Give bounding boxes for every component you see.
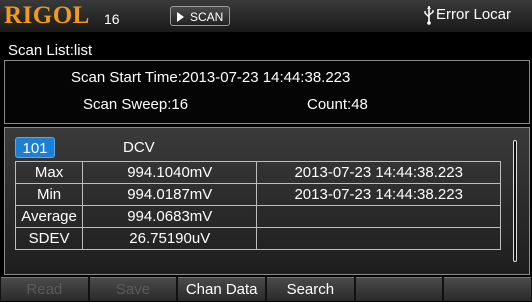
table-row: Max 994.1040mV 2013-07-23 14:44:38.223 — [14, 161, 501, 184]
status-bar: RIGOL 16 SCAN Error Locar — [0, 0, 532, 32]
table-row: Min 994.0187mV 2013-07-23 14:44:38.223 — [14, 183, 501, 206]
stat-time: 2013-07-23 14:44:38.223 — [256, 183, 501, 206]
stat-time — [256, 205, 501, 228]
scan-mode-badge[interactable]: SCAN — [170, 6, 230, 26]
channel-number-badge[interactable]: 101 — [15, 137, 55, 158]
stat-time: 2013-07-23 14:44:38.223 — [256, 161, 501, 184]
stats-table: Max 994.1040mV 2013-07-23 14:44:38.223 M… — [14, 161, 501, 250]
scan-count: Count:48 — [307, 96, 368, 113]
usb-icon — [424, 6, 434, 25]
chan-data-softkey[interactable]: Chan Data — [178, 277, 266, 301]
error-status-text[interactable]: Error Locar — [436, 6, 511, 23]
table-row: SDEV 26.75190uV — [14, 227, 501, 250]
channel-function: DCV — [123, 139, 155, 156]
table-row: Average 994.0683mV — [14, 205, 501, 228]
softkey-bar: Read Save Chan Data Search — [0, 277, 532, 301]
scrollbar[interactable] — [513, 140, 517, 262]
brand-number: 16 — [104, 11, 120, 27]
softkey-5[interactable] — [355, 277, 443, 301]
stat-label: SDEV — [14, 227, 84, 250]
stat-label: Max — [14, 161, 84, 184]
scan-sweep: Scan Sweep:16 — [83, 96, 189, 113]
stat-value: 26.75190uV — [82, 227, 258, 250]
scan-info-box: Scan Start Time:2013-07-23 14:44:38.223 … — [4, 60, 530, 124]
scan-start-time: Scan Start Time:2013-07-23 14:44:38.223 — [71, 69, 351, 86]
read-softkey[interactable]: Read — [1, 277, 88, 301]
channel-data-panel: 101 DCV Max 994.1040mV 2013-07-23 14:44:… — [4, 127, 530, 275]
stat-value: 994.1040mV — [82, 161, 258, 184]
softkey-6[interactable] — [444, 277, 532, 301]
stat-label: Average — [14, 205, 84, 228]
search-softkey[interactable]: Search — [267, 277, 354, 301]
scan-mode-label: SCAN — [190, 10, 224, 24]
stat-time — [256, 227, 501, 250]
stat-label: Min — [14, 183, 84, 206]
stat-value: 994.0683mV — [82, 205, 258, 228]
play-icon — [177, 12, 184, 22]
save-softkey[interactable]: Save — [89, 277, 177, 301]
stat-value: 994.0187mV — [82, 183, 258, 206]
brand-logo: RIGOL — [4, 2, 90, 29]
scan-list-title: Scan List:list — [8, 42, 93, 59]
